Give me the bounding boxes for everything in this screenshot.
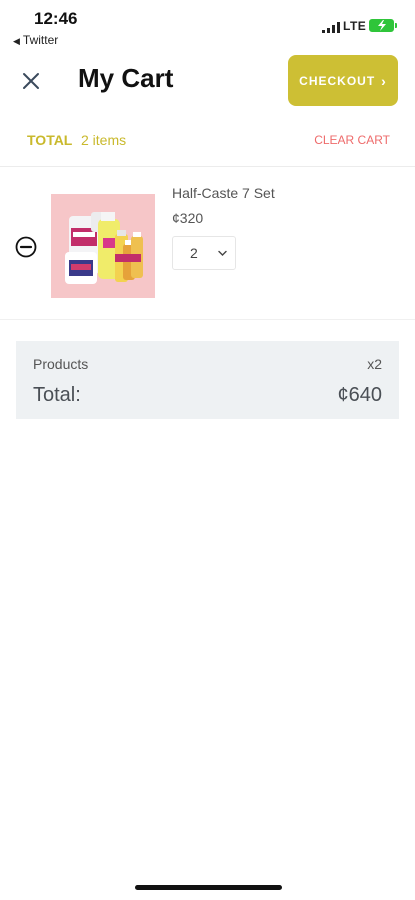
quantity-value: 2	[190, 245, 198, 261]
clear-cart-button[interactable]: CLEAR CART	[314, 133, 390, 147]
summary-total-label: Total:	[33, 384, 81, 406]
total-label: TOTAL	[27, 132, 73, 148]
chevron-down-icon	[218, 250, 227, 256]
back-triangle-icon: ◀	[13, 36, 20, 46]
product-name[interactable]: Half-Caste 7 Set	[172, 185, 275, 201]
network-type: LTE	[343, 19, 367, 33]
product-price: ¢320	[172, 210, 204, 226]
items-count: 2 items	[81, 132, 127, 148]
product-image[interactable]	[51, 194, 155, 298]
checkout-label: CHECKOUT	[299, 73, 376, 88]
signal-icon	[322, 22, 340, 33]
divider	[0, 166, 415, 167]
minus-circle-icon	[15, 236, 37, 258]
summary-total-amount: ¢640	[337, 384, 383, 406]
home-indicator[interactable]	[135, 885, 282, 890]
cart-item: Half-Caste 7 Set ¢320 2	[0, 175, 415, 315]
close-button[interactable]	[18, 68, 44, 94]
battery-icon	[369, 19, 397, 32]
cart-header: My Cart CHECKOUT ›	[0, 55, 415, 110]
products-count: x2	[367, 356, 382, 372]
remove-item-button[interactable]	[15, 236, 37, 258]
cart-total-row: TOTAL 2 items CLEAR CART	[0, 130, 415, 152]
divider	[0, 319, 415, 320]
back-app-label: Twitter	[22, 33, 59, 47]
status-time: 12:46	[34, 9, 78, 28]
status-bar: 12:46 ◀ Twitter LTE	[0, 0, 415, 50]
products-label: Products	[33, 356, 89, 372]
back-to-app-link[interactable]: ◀ Twitter	[13, 33, 58, 47]
quantity-select[interactable]: 2	[172, 236, 236, 270]
order-summary: Products x2 Total: ¢640	[16, 341, 399, 419]
page-title: My Cart	[78, 63, 174, 93]
checkout-button[interactable]: CHECKOUT ›	[288, 55, 398, 106]
chevron-right-icon: ›	[381, 72, 387, 89]
close-icon	[23, 73, 39, 89]
